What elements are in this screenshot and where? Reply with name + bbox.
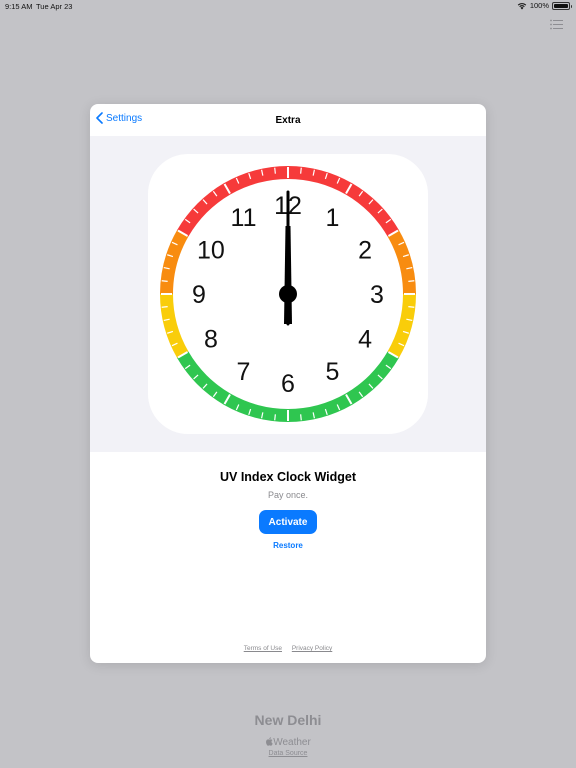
apple-logo-icon	[266, 737, 273, 746]
minute-tick	[300, 414, 302, 421]
uv-zone-yellow-arc-left	[160, 294, 189, 358]
product-subtitle: Pay once.	[267, 490, 309, 500]
minute-tick	[408, 280, 415, 282]
clock-numeral: 8	[204, 326, 218, 354]
restore-link[interactable]: Restore	[90, 541, 486, 550]
product-title: UV Index Clock Widget	[219, 470, 357, 484]
clock-numeral: 9	[192, 281, 206, 309]
clock-numeral: 1	[326, 204, 340, 232]
clock-numeral: 2	[358, 237, 372, 265]
clock-numeral: 6	[281, 370, 295, 398]
uv-zone-yellow-arc-right	[387, 294, 416, 358]
nav-bar: Settings Extra	[90, 104, 486, 136]
purchase-sheet: Settings Extra 12 1 2 3 4 5 6 7 8 9 10 11 UV Index …	[90, 104, 486, 663]
nav-title: Extra	[275, 114, 301, 126]
back-button-label: Settings	[106, 112, 143, 124]
uv-zone-orange-arc-right	[387, 230, 416, 294]
minute-tick	[161, 306, 168, 308]
activate-button[interactable]: Activate	[259, 510, 317, 534]
battery-icon	[552, 1, 572, 10]
weather-brand: Weather	[0, 737, 576, 748]
status-time: 9:15 AM	[5, 2, 33, 11]
clock-numeral: 3	[370, 281, 384, 309]
chevron-left-icon	[96, 112, 103, 124]
minute-tick	[274, 167, 276, 174]
battery-percent: 100%	[529, 1, 549, 10]
terms-link[interactable]: Terms of Use	[244, 645, 282, 652]
hour-hand	[284, 226, 292, 324]
clock-hub	[279, 285, 297, 303]
minute-tick	[161, 280, 168, 282]
clock-numeral: 11	[231, 204, 257, 232]
back-button[interactable]: Settings	[96, 112, 142, 124]
minute-tick	[274, 414, 276, 421]
clock-numeral: 7	[237, 358, 251, 386]
clock-numeral: 5	[326, 358, 340, 386]
footer-links: Terms of Use Privacy Policy	[90, 645, 486, 652]
status-date: Tue Apr 23	[36, 2, 73, 11]
uv-zone-orange-arc-left	[160, 230, 189, 294]
data-source-link[interactable]: Data Source	[0, 750, 576, 757]
privacy-link[interactable]: Privacy Policy	[292, 645, 332, 652]
uv-clock-icon: 12 1234567891011	[160, 166, 416, 422]
status-bar: 9:15 AM Tue Apr 23 100%	[0, 0, 576, 14]
minute-tick	[408, 306, 415, 308]
app-icon-tile: 12 1 2 3 4 5 6 7 8 9 10 11	[148, 154, 428, 434]
city-name: New Delhi	[254, 712, 322, 728]
status-indicators: 100%	[517, 1, 572, 10]
weather-brand-text: Weather	[273, 737, 311, 748]
clock-numeral: 4	[358, 326, 372, 354]
product-hero: 12 1 2 3 4 5 6 7 8 9 10 11	[90, 136, 486, 452]
minute-tick	[300, 167, 302, 174]
wifi-icon	[517, 2, 527, 9]
clock-numeral: 10	[197, 237, 225, 265]
list-icon[interactable]	[550, 19, 563, 30]
